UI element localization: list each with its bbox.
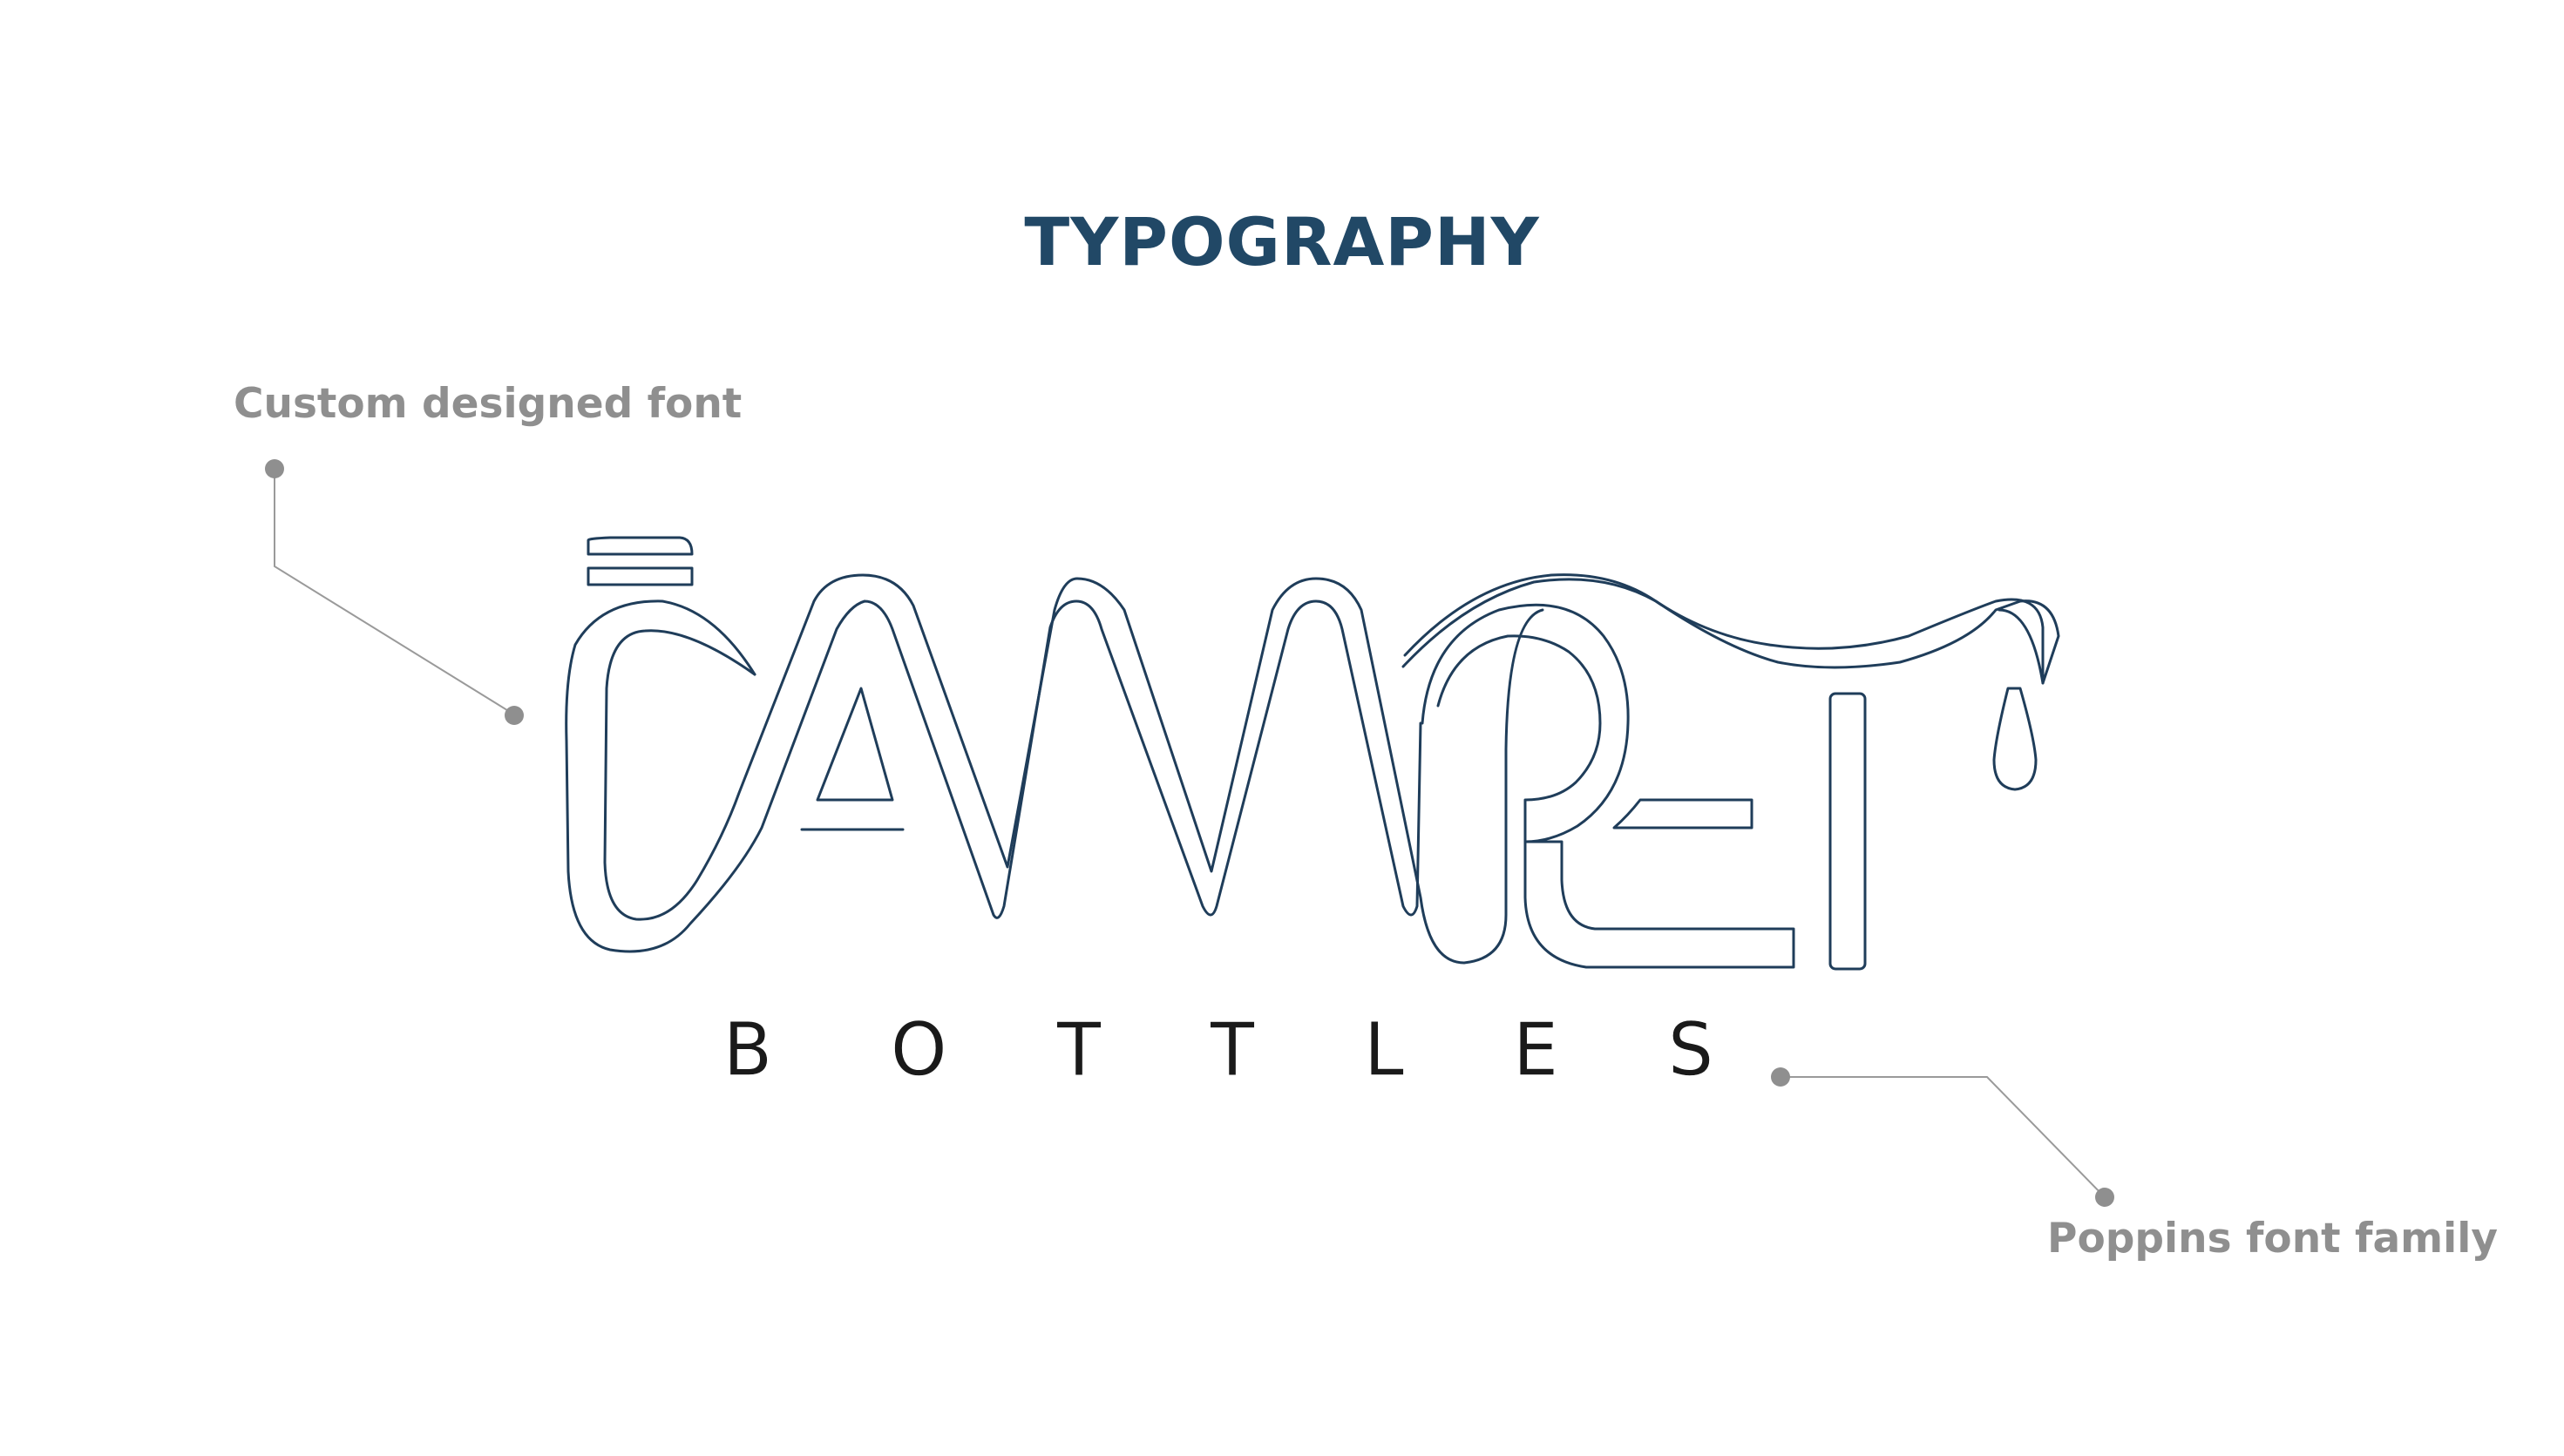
logo-subtitle: B O T T L E S (0, 1008, 2564, 1094)
bottle-cap-icon (587, 536, 694, 586)
logo-letter-a-counter (816, 687, 894, 802)
subtitle-letter: B (722, 1008, 773, 1093)
subtitle-letter: E (1513, 1008, 1558, 1093)
subtitle-letter: T (1210, 1008, 1255, 1093)
logo-letter-e (1523, 840, 1795, 969)
logo-letter-t (1828, 692, 1867, 971)
logo-wave-tail (1403, 573, 2045, 685)
logo-letter-p (1401, 578, 2060, 685)
water-drop-icon (1992, 687, 2038, 791)
logo-letter-c (565, 599, 1422, 953)
logo-letter-p-bowl (1421, 603, 1630, 843)
logo-letter-e-bar (1612, 798, 1753, 830)
subtitle-letter: O (891, 1008, 947, 1093)
subtitle-letter: S (1667, 1008, 1714, 1093)
camel-logo-wordmark (565, 536, 2060, 971)
subtitle-letter: T (1056, 1008, 1102, 1093)
subtitle-letter: L (1364, 1008, 1404, 1093)
